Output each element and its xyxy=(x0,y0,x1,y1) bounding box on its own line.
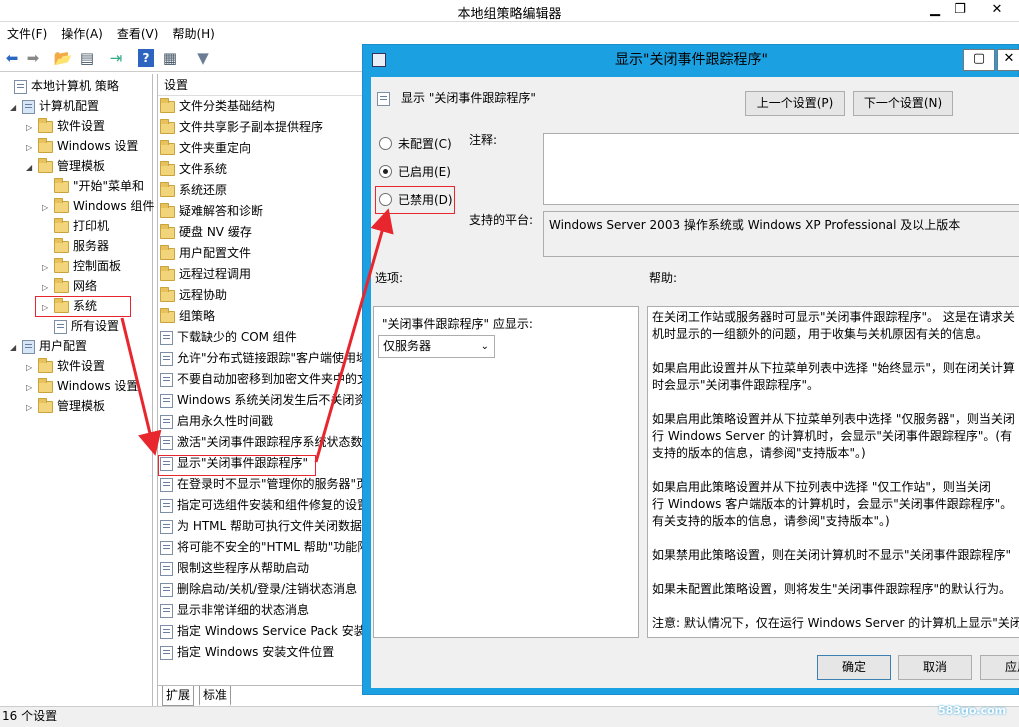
arrow-system-to-policy xyxy=(120,317,162,456)
watermark: 583go.com xyxy=(938,704,1007,717)
arrow-policy-to-disabled xyxy=(314,208,394,463)
annotation-arrows xyxy=(120,208,394,463)
